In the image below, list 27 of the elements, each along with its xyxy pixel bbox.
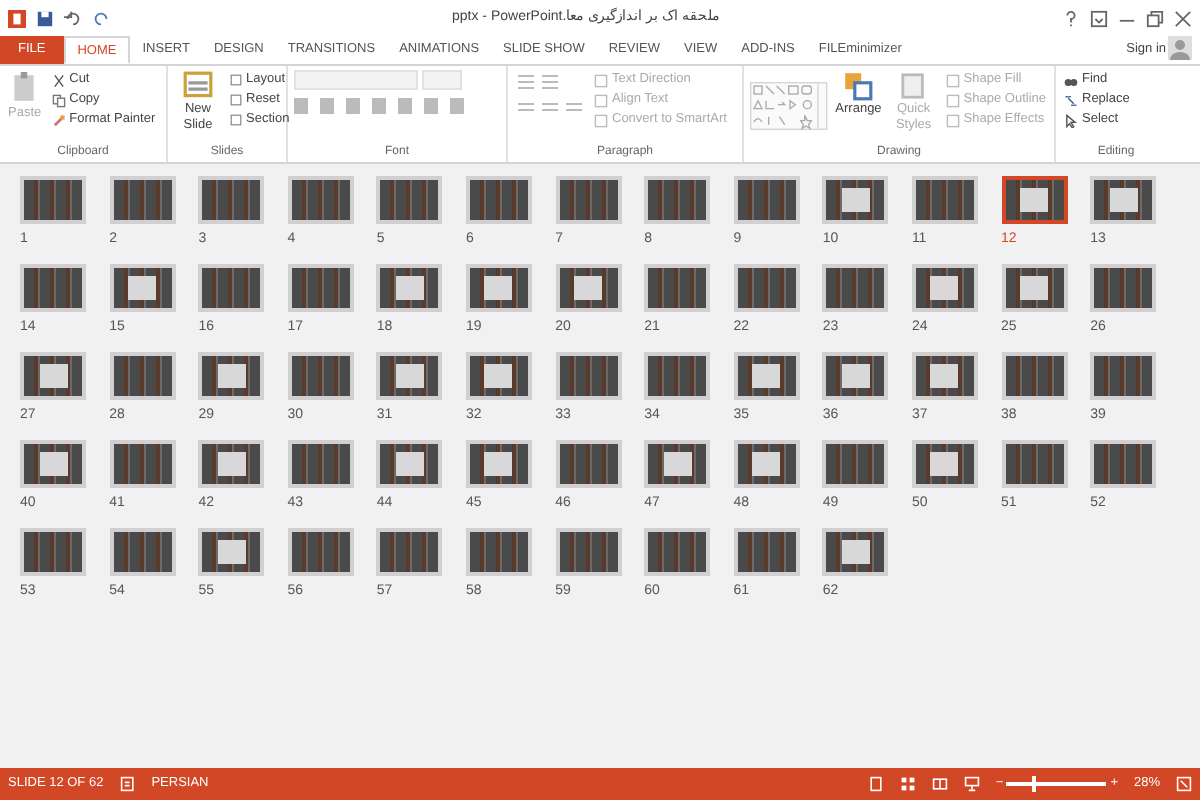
reading-view-icon bbox=[931, 776, 948, 792]
redo-icon bbox=[92, 9, 110, 27]
replace-icon bbox=[1064, 93, 1078, 107]
presentation-icon bbox=[963, 776, 980, 792]
restore-icon bbox=[1146, 9, 1164, 27]
arrange-icon bbox=[842, 70, 875, 102]
notes-icon bbox=[867, 776, 884, 792]
close-icon bbox=[1174, 9, 1192, 27]
app-logo-icon bbox=[8, 9, 26, 27]
cursor-icon bbox=[1064, 113, 1078, 127]
binoculars-icon bbox=[1064, 73, 1078, 87]
scissors-icon bbox=[51, 73, 66, 87]
quick-styles-icon bbox=[899, 70, 928, 102]
avatar-icon bbox=[1168, 36, 1192, 60]
fit-window-icon bbox=[1176, 776, 1192, 792]
spelling-icon bbox=[119, 776, 136, 792]
slide-thumbnail[interactable] bbox=[1001, 176, 1068, 224]
paintbrush-icon bbox=[51, 113, 66, 127]
help-icon bbox=[1062, 9, 1080, 27]
ribbon-display-icon bbox=[1090, 9, 1108, 27]
save-icon bbox=[36, 9, 54, 27]
copy-icon bbox=[51, 93, 66, 107]
font-size-field[interactable] bbox=[421, 70, 462, 90]
undo-icon bbox=[64, 9, 82, 27]
slide-icon bbox=[182, 70, 214, 102]
slide-sorter-icon bbox=[899, 776, 916, 792]
zoom-thumb[interactable] bbox=[1032, 776, 1037, 792]
